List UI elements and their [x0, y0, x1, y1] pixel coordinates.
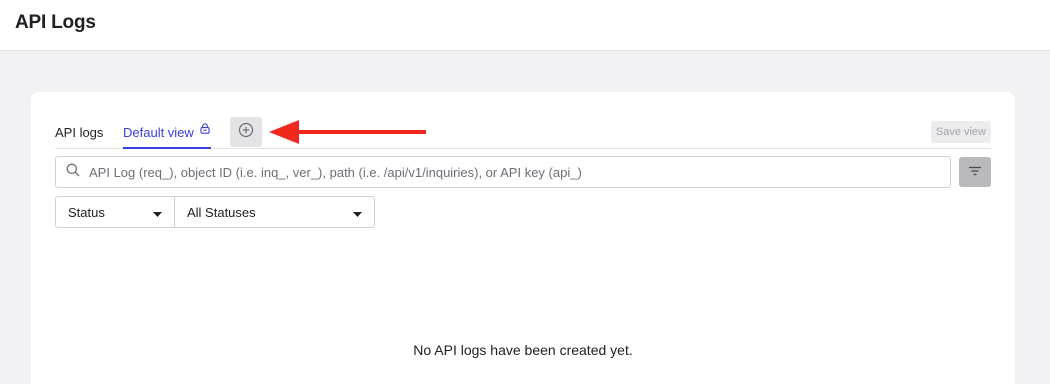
plus-circle-icon — [238, 122, 254, 143]
add-view-button[interactable] — [230, 117, 262, 147]
filter-field-select[interactable]: Status — [55, 196, 175, 228]
filter-button[interactable] — [959, 157, 991, 187]
search-icon — [56, 163, 80, 182]
filter-field-label: Status — [68, 204, 105, 220]
top-bar: API Logs — [0, 0, 1050, 51]
tab-api-logs-label: API logs — [55, 125, 104, 140]
save-view-button[interactable]: Save view — [930, 121, 991, 143]
search-box[interactable] — [55, 156, 951, 188]
view-tabs: API logs Default view Save view — [55, 116, 991, 149]
annotation-arrow — [269, 120, 426, 144]
empty-state-message: No API logs have been created yet. — [413, 342, 633, 358]
tab-default-view[interactable]: Default view — [123, 116, 211, 149]
filter-value-select[interactable]: All Statuses — [175, 196, 375, 228]
tab-default-view-label: Default view — [123, 124, 194, 140]
chevron-down-icon — [153, 205, 162, 220]
chevron-down-icon — [353, 205, 362, 220]
search-input[interactable] — [89, 164, 929, 180]
status-filter: Status All Statuses — [55, 196, 375, 228]
page-title: API Logs — [15, 12, 96, 33]
filter-icon — [968, 163, 982, 181]
logs-card: API logs Default view Save view API Log … — [31, 92, 1015, 384]
lock-icon — [200, 122, 210, 142]
filter-value-label: All Statuses — [187, 204, 256, 220]
